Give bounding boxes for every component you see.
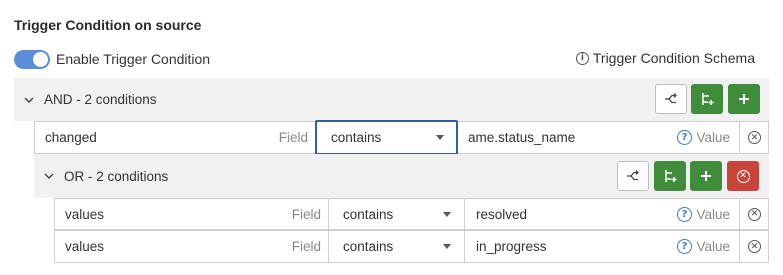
- help-icon[interactable]: ?: [677, 239, 692, 254]
- close-circle-icon: ✕: [748, 131, 761, 144]
- help-icon[interactable]: ?: [677, 206, 692, 222]
- and-condition-row: changed Field contains ame.status_name ?…: [34, 120, 770, 155]
- add-group-button[interactable]: [654, 161, 686, 191]
- trigger-condition-schema-link[interactable]: i Trigger Condition Schema: [575, 50, 755, 66]
- add-group-icon: [665, 170, 677, 182]
- close-circle-icon: ✕: [748, 207, 761, 221]
- operator-value: contains: [331, 130, 382, 145]
- field-value: values: [65, 239, 105, 254]
- remove-condition-button[interactable]: ✕: [739, 199, 770, 229]
- operator-select[interactable]: contains: [328, 199, 464, 229]
- field-input[interactable]: changed Field: [35, 122, 315, 153]
- add-condition-button[interactable]: [655, 84, 687, 114]
- field-input[interactable]: values Field: [55, 231, 328, 262]
- add-condition-icon: [665, 93, 677, 104]
- section-title: Trigger Condition on source: [14, 17, 202, 33]
- or-condition-row: values Field contains in_progress ? Valu…: [54, 230, 769, 263]
- chevron-down-icon[interactable]: [44, 171, 54, 181]
- close-circle-icon: ✕: [748, 240, 761, 253]
- add-condition-button[interactable]: [617, 161, 649, 191]
- value-text: resolved: [476, 206, 528, 222]
- toggle-label: Enable Trigger Condition: [56, 51, 211, 67]
- value-hint: Value: [696, 206, 730, 222]
- field-hint: Field: [278, 130, 308, 145]
- field-value: values: [65, 206, 105, 222]
- add-rule-button[interactable]: [690, 161, 722, 191]
- value-input[interactable]: in_progress ? Value: [464, 231, 739, 262]
- field-value: changed: [45, 130, 97, 145]
- help-icon[interactable]: ?: [677, 130, 692, 145]
- toggle-knob: [33, 52, 48, 67]
- or-group-label: OR - 2 conditions: [64, 168, 169, 184]
- operator-select[interactable]: contains: [328, 231, 464, 262]
- field-input[interactable]: values Field: [55, 199, 328, 229]
- caret-down-icon: [436, 135, 444, 140]
- info-icon: i: [575, 51, 589, 65]
- add-group-icon: [702, 93, 714, 105]
- field-hint: Field: [291, 206, 321, 222]
- remove-condition-button[interactable]: ✕: [739, 122, 770, 153]
- operator-value: contains: [343, 239, 394, 254]
- delete-group-button[interactable]: ✕: [727, 161, 759, 191]
- enable-trigger-toggle[interactable]: [14, 50, 50, 69]
- value-input[interactable]: resolved ? Value: [464, 199, 739, 229]
- plus-icon: [701, 171, 711, 181]
- and-group-label: AND - 2 conditions: [44, 92, 157, 107]
- value-text: ame.status_name: [468, 130, 576, 145]
- operator-value: contains: [343, 206, 394, 222]
- or-condition-row: values Field contains resolved ? Value ✕: [54, 198, 769, 230]
- value-text: in_progress: [476, 239, 547, 254]
- value-hint: Value: [696, 239, 730, 254]
- close-circle-icon: ✕: [736, 169, 750, 183]
- schema-link-label: Trigger Condition Schema: [592, 50, 755, 66]
- add-group-button[interactable]: [691, 84, 723, 114]
- and-group-header: AND - 2 conditions: [14, 78, 769, 121]
- caret-down-icon: [443, 244, 451, 249]
- field-hint: Field: [291, 239, 321, 254]
- caret-down-icon: [443, 211, 451, 217]
- remove-condition-button[interactable]: ✕: [739, 231, 770, 262]
- add-rule-button[interactable]: [728, 84, 760, 114]
- or-group-header: OR - 2 conditions ✕: [34, 154, 769, 198]
- value-input[interactable]: ame.status_name ? Value: [458, 122, 739, 153]
- plus-icon: [739, 94, 749, 104]
- add-condition-icon: [627, 170, 639, 181]
- operator-select[interactable]: contains: [315, 120, 458, 155]
- chevron-down-icon[interactable]: [24, 95, 34, 105]
- value-hint: Value: [696, 130, 730, 145]
